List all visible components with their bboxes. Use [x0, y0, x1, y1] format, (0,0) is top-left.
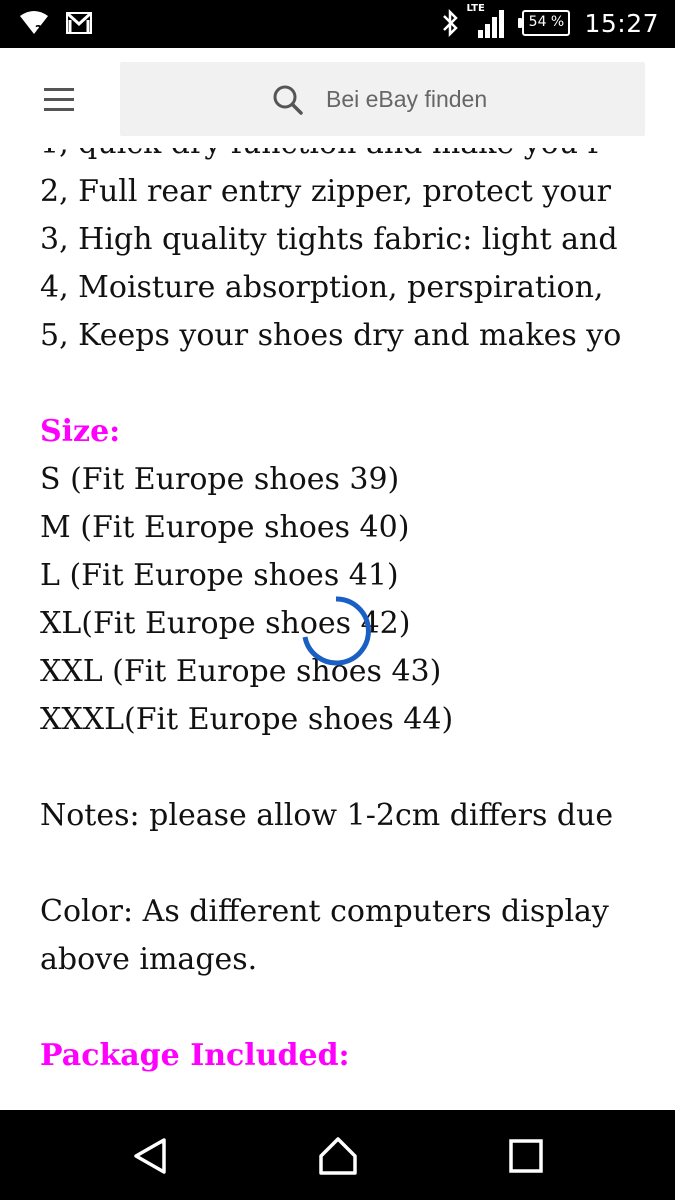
signal-indicator: LTE	[466, 3, 508, 40]
loading-spinner-icon	[302, 596, 371, 666]
feature-line: 5, Keeps your shoes dry and makes yo	[40, 318, 622, 353]
svg-text:?: ?	[35, 23, 42, 36]
package-heading: Package Included:	[40, 1038, 350, 1073]
back-icon[interactable]	[128, 1134, 172, 1178]
app-bar: Bei eBay finden	[0, 48, 675, 148]
hamburger-menu-icon[interactable]	[44, 88, 76, 112]
size-line: S (Fit Europe shoes 39)	[40, 462, 400, 497]
color-line: Color: As different computers display	[40, 894, 609, 929]
search-input[interactable]: Bei eBay finden	[120, 62, 645, 136]
color-line: above images.	[40, 942, 258, 977]
status-bar-left: ?	[18, 10, 92, 36]
notes-line: Notes: please allow 1-2cm differs due	[40, 798, 614, 833]
recents-icon[interactable]	[504, 1134, 548, 1178]
size-heading: Size:	[40, 414, 121, 449]
search-icon	[273, 85, 303, 115]
gmail-icon	[66, 12, 92, 34]
wifi-icon: ?	[20, 11, 48, 36]
battery-level: 54 %	[528, 14, 565, 30]
feature-line: 2, Full rear entry zipper, protect your	[40, 174, 611, 209]
feature-line: 4, Moisture absorption, perspiration,	[40, 270, 604, 305]
battery-icon: 54 %	[518, 10, 571, 36]
signal-icon	[478, 10, 505, 38]
home-icon[interactable]	[316, 1134, 360, 1178]
size-line: XXXL(Fit Europe shoes 44)	[40, 702, 454, 737]
search-placeholder: Bei eBay finden	[326, 86, 488, 112]
size-line: M (Fit Europe shoes 40)	[40, 510, 410, 545]
status-bar: ? LTE 54 % 15:27	[0, 0, 675, 48]
navigation-bar	[0, 1110, 675, 1200]
status-bar-right: LTE 54 % 15:27	[440, 3, 659, 40]
clock: 15:27	[584, 8, 659, 38]
bluetooth-icon	[443, 8, 459, 38]
feature-line: 3, High quality tights fabric: light and	[40, 222, 618, 257]
